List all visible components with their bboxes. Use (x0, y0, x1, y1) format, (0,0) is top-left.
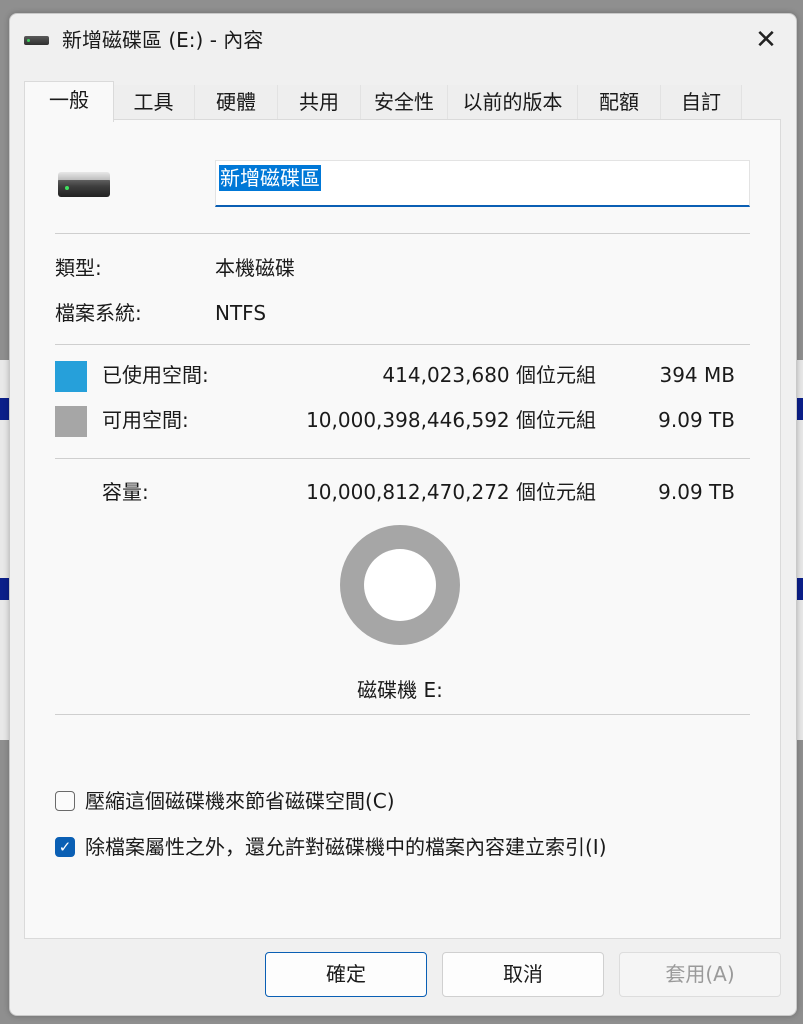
type-value: 本機磁碟 (215, 256, 295, 280)
window-title: 新增磁碟區 (E:) - 內容 (62, 28, 264, 52)
file-system-label: 檔案系統: (55, 301, 142, 325)
drive-icon (24, 36, 49, 45)
volume-name-text: 新增磁碟區 (219, 165, 321, 191)
capacity-size: 9.09 TB (658, 480, 735, 504)
compress-checkbox[interactable] (55, 791, 75, 811)
divider (55, 344, 750, 345)
divider (55, 714, 750, 715)
used-space-swatch (55, 361, 87, 392)
donut-center (364, 549, 436, 621)
free-space-size: 9.09 TB (658, 408, 735, 432)
tab-previous-versions[interactable]: 以前的版本 (448, 85, 578, 119)
properties-dialog: 新增磁碟區 (E:) - 內容 ✕ 一般 工具 硬體 共用 安全性 以前的版本 … (9, 13, 797, 1016)
used-space-size: 394 MB (659, 363, 735, 387)
type-label: 類型: (55, 256, 102, 280)
drive-caption: 磁碟機 E: (357, 678, 443, 702)
tab-hardware[interactable]: 硬體 (195, 85, 278, 119)
title-bar[interactable]: 新增磁碟區 (E:) - 內容 ✕ (10, 14, 796, 66)
close-button[interactable]: ✕ (736, 18, 796, 62)
free-space-bytes: 10,000,398,446,592 個位元組 (306, 408, 596, 432)
capacity-label: 容量: (102, 480, 149, 504)
general-tab-panel: 新增磁碟區 類型: 本機磁碟 檔案系統: NTFS 已使用空間: 414,023… (24, 119, 781, 939)
divider (55, 233, 750, 234)
cancel-button[interactable]: 取消 (442, 952, 604, 997)
capacity-bytes: 10,000,812,470,272 個位元組 (306, 480, 596, 504)
free-space-label: 可用空間: (102, 408, 189, 432)
index-label[interactable]: 除檔案屬性之外，還允許對磁碟機中的檔案內容建立索引(I) (85, 833, 607, 861)
tab-tools[interactable]: 工具 (113, 85, 195, 119)
used-space-label: 已使用空間: (102, 363, 209, 387)
ok-button[interactable]: 確定 (265, 952, 427, 997)
tab-sharing[interactable]: 共用 (278, 85, 361, 119)
disk-usage-donut-chart (340, 525, 460, 645)
apply-button[interactable]: 套用(A) (619, 952, 781, 997)
tab-security[interactable]: 安全性 (361, 85, 448, 119)
tab-general[interactable]: 一般 (24, 81, 114, 122)
volume-name-input[interactable]: 新增磁碟區 (215, 160, 750, 207)
index-checkbox[interactable]: ✓ (55, 837, 75, 857)
compress-label[interactable]: 壓縮這個磁碟機來節省磁碟空間(C) (85, 787, 395, 815)
free-space-swatch (55, 406, 87, 437)
used-space-bytes: 414,023,680 個位元組 (382, 363, 596, 387)
file-system-value: NTFS (215, 301, 267, 325)
divider (55, 458, 750, 459)
hard-drive-icon (58, 172, 110, 197)
tab-quota[interactable]: 配額 (578, 85, 661, 119)
tab-bar: 一般 工具 硬體 共用 安全性 以前的版本 配額 自訂 (24, 81, 784, 122)
tab-customize[interactable]: 自訂 (661, 85, 742, 119)
